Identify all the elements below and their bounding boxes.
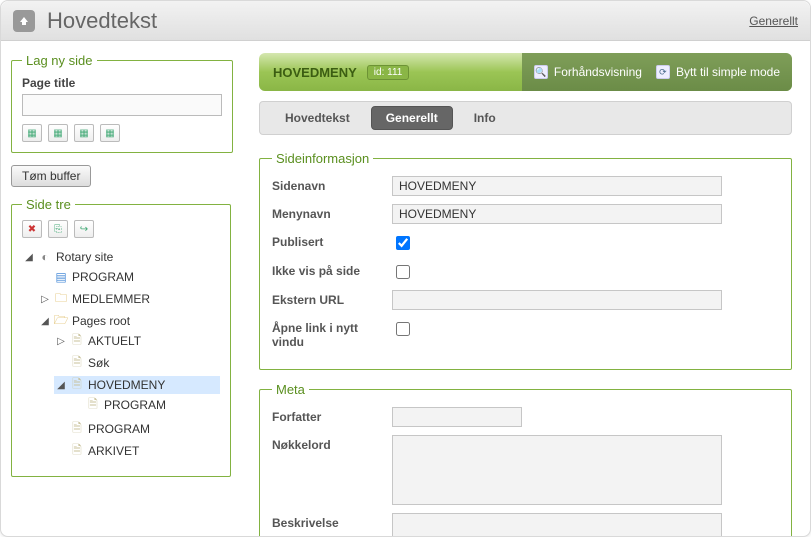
folder-icon: 🗀 xyxy=(54,292,68,306)
eksternurl-label: Ekstern URL xyxy=(272,290,382,307)
add-page-action-4[interactable]: ▦ xyxy=(100,124,120,142)
nyttvindu-label: Åpne link i nytt vindu xyxy=(272,318,382,349)
publisert-checkbox[interactable] xyxy=(396,236,410,250)
new-page-legend: Lag ny side xyxy=(22,53,97,68)
topbar: Hovedtekst Generellt xyxy=(1,1,810,41)
page-special-icon: ▤ xyxy=(54,270,68,284)
sidenavn-input[interactable] xyxy=(392,176,722,196)
page-tree: ◢ ◐ Rotary site ▤ PROGRAM xyxy=(22,246,220,466)
nokkelord-label: Nøkkelord xyxy=(272,435,382,452)
tree-item-program[interactable]: ▤ PROGRAM xyxy=(38,268,220,286)
tree-copy-button[interactable]: ⎘ xyxy=(48,220,68,238)
sidenavn-label: Sidenavn xyxy=(272,176,382,193)
green-header: HOVEDMENY id: 111 🔍 Forhåndsvisning ⟳ By… xyxy=(259,53,792,91)
tree-delete-button[interactable]: ✖ xyxy=(22,220,42,238)
add-page-action-1[interactable]: ▦ xyxy=(22,124,42,142)
collapse-icon: ◢ xyxy=(24,252,34,263)
page-icon: 🗎 xyxy=(70,444,84,458)
menynavn-input[interactable] xyxy=(392,204,722,224)
page-title-input[interactable] xyxy=(22,94,222,116)
tab-hovedtekst[interactable]: Hovedtekst xyxy=(270,106,365,130)
main-area: HOVEDMENY id: 111 🔍 Forhåndsvisning ⟳ By… xyxy=(241,41,810,536)
menynavn-label: Menynavn xyxy=(272,204,382,221)
tabstrip: Hovedtekst Generellt Info xyxy=(259,101,792,135)
tree-item-aktuelt[interactable]: ▷ 🗎 AKTUELT xyxy=(54,332,220,350)
tree-item-pages-root[interactable]: ◢ 🗁 Pages root xyxy=(38,312,220,330)
forfatter-label: Forfatter xyxy=(272,407,382,424)
forfatter-input[interactable] xyxy=(392,407,522,427)
eksternurl-input[interactable] xyxy=(392,290,722,310)
nokkelord-textarea[interactable] xyxy=(392,435,722,505)
top-link-generellt[interactable]: Generellt xyxy=(749,14,798,28)
site-icon: ◐ xyxy=(38,250,52,264)
page-icon: 🗎 xyxy=(70,378,84,392)
page-icon: 🗎 xyxy=(70,334,84,348)
nyttvindu-checkbox[interactable] xyxy=(396,322,410,336)
tree-item-program2[interactable]: 🗎 PROGRAM xyxy=(54,420,220,438)
sidebar: Lag ny side Page title ▦ ▦ ▦ ▦ Tøm buffe… xyxy=(1,41,241,536)
tab-info[interactable]: Info xyxy=(459,106,511,130)
tree-item-medlemmer[interactable]: ▷ 🗀 MEDLEMMER xyxy=(38,290,220,308)
preview-button[interactable]: 🔍 Forhåndsvisning xyxy=(534,65,642,79)
tree-item-hovedmeny-program[interactable]: 🗎 PROGRAM xyxy=(70,396,220,414)
publisert-label: Publisert xyxy=(272,232,382,249)
magnifier-icon: 🔍 xyxy=(534,65,548,79)
folder-open-icon: 🗁 xyxy=(54,314,68,328)
collapse-icon: ◢ xyxy=(56,380,66,391)
page-title: Hovedtekst xyxy=(47,8,749,34)
arrow-up-icon xyxy=(18,15,30,27)
page-info-legend: Sideinformasjon xyxy=(272,151,373,166)
collapse-icon: ◢ xyxy=(40,316,50,327)
page-icon: 🗎 xyxy=(70,422,84,436)
ikkevis-checkbox[interactable] xyxy=(396,265,410,279)
new-page-panel: Lag ny side Page title ▦ ▦ ▦ ▦ xyxy=(11,53,233,153)
meta-legend: Meta xyxy=(272,382,309,397)
ikkevis-label: Ikke vis på side xyxy=(272,261,382,278)
switch-mode-button[interactable]: ⟳ Bytt til simple mode xyxy=(656,65,780,79)
green-title: HOVEDMENY xyxy=(273,65,357,80)
tab-generellt[interactable]: Generellt xyxy=(371,106,453,130)
page-icon: 🗎 xyxy=(70,356,84,370)
tree-item-sok[interactable]: 🗎 Søk xyxy=(54,354,220,372)
expand-icon: ▷ xyxy=(40,294,50,305)
clear-buffer-button[interactable]: Tøm buffer xyxy=(11,165,91,187)
page-title-label: Page title xyxy=(22,76,222,90)
add-page-action-3[interactable]: ▦ xyxy=(74,124,94,142)
page-id-badge: id: 111 xyxy=(367,65,410,80)
beskrivelse-textarea[interactable] xyxy=(392,513,722,536)
tree-root-label: Rotary site xyxy=(56,250,113,264)
page-info-group: Sideinformasjon Sidenavn Menynavn Publis… xyxy=(259,151,792,370)
sync-icon: ⟳ xyxy=(656,65,670,79)
meta-group: Meta Forfatter Nøkkelord Beskrivelse xyxy=(259,382,792,536)
tree-root[interactable]: ◢ ◐ Rotary site xyxy=(22,248,220,266)
beskrivelse-label: Beskrivelse xyxy=(272,513,382,530)
expand-icon: ▷ xyxy=(56,336,66,347)
tree-panel: Side tre ✖ ⎘ ↪ ◢ ◐ Rotary site xyxy=(11,197,231,477)
tree-item-arkivet[interactable]: 🗎 ARKIVET xyxy=(54,442,220,460)
tree-legend: Side tre xyxy=(22,197,75,212)
up-button[interactable] xyxy=(13,10,35,32)
tree-item-hovedmeny[interactable]: ◢ 🗎 HOVEDMENY xyxy=(54,376,220,394)
tree-move-button[interactable]: ↪ xyxy=(74,220,94,238)
add-page-action-2[interactable]: ▦ xyxy=(48,124,68,142)
page-icon: 🗎 xyxy=(86,398,100,412)
